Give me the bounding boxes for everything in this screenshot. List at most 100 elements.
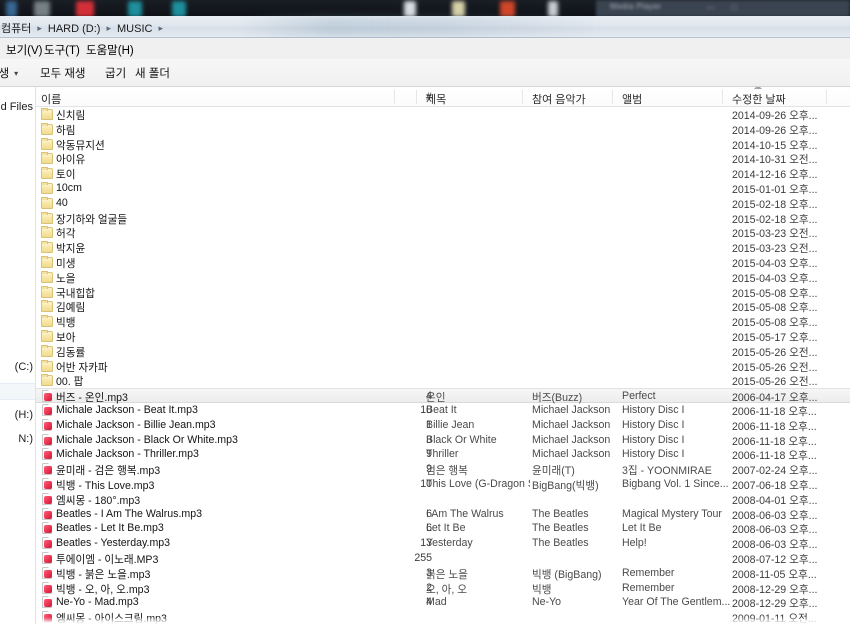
column-header-name[interactable]: 이름 — [41, 91, 61, 107]
mp3-file-icon — [42, 403, 52, 416]
cell-name: 엠씨몽 - 아이스크림.mp3 — [56, 613, 167, 624]
table-row[interactable]: 빅뱅 2015-05-08 오후... — [36, 314, 850, 329]
taskbar-icon-8[interactable] — [500, 1, 515, 17]
toolbar-button-2[interactable]: 굽기 — [105, 65, 126, 81]
table-row[interactable]: 10cm 2015-01-01 오후... — [36, 181, 850, 196]
table-row[interactable]: 투에이엠 - 이노래.MP3 255 2008-07-12 오후... — [36, 551, 850, 566]
cell-name: Beatles - Yesterday.mp3 — [56, 537, 171, 550]
table-row[interactable]: 노을 2015-04-03 오후... — [36, 270, 850, 285]
address-bar[interactable]: 컴퓨터 ▸ HARD (D:) ▸ MUSIC ▸ — [0, 16, 850, 38]
breadcrumb-item-3[interactable]: MUSIC — [116, 23, 153, 35]
table-row[interactable]: 김동률 2015-05-26 오전... — [36, 344, 850, 359]
table-row[interactable]: Beatles - I Am The Walrus.mp3 6 I Am The W… — [36, 507, 850, 522]
navigation-pane[interactable]: ud Files (C:) (H:) N:) — [0, 87, 36, 624]
table-row[interactable]: 00. 팝 2015-05-26 오전... — [36, 373, 850, 388]
taskbar-icon-6[interactable] — [404, 1, 416, 17]
table-row-selected[interactable]: 버즈 - 온인.mp3 4 온인 버즈(Buzz) Perfect 2006-04-17 … — [36, 388, 850, 404]
table-row[interactable]: 허각 2015-03-23 오전... — [36, 225, 850, 240]
breadcrumb[interactable]: 컴퓨터 ▸ HARD (D:) ▸ MUSIC ▸ — [0, 20, 168, 36]
table-row[interactable]: Beatles - Let It Be.mp3 6 Let It Be The Bea… — [36, 521, 850, 536]
table-row[interactable]: 아이유 2014-10-31 오전... — [36, 151, 850, 166]
navigation-item-3[interactable]: (H:) — [15, 409, 33, 421]
cell-date: 2015-05-26 오전... — [732, 361, 818, 374]
play-all-dropdown-button[interactable]: 재생 ▾ — [0, 65, 18, 81]
column-divider-album[interactable] — [612, 90, 613, 104]
table-row[interactable]: Beatles - Yesterday.mp3 13 Yesterday The Be… — [36, 536, 850, 551]
navigation-selected-row[interactable] — [0, 383, 35, 400]
command-toolbar[interactable]: 재생 ▾ 모두 재생 굽기 새 폴더 — [0, 59, 850, 87]
cell-date: 2009-01-11 오전... — [732, 613, 817, 624]
table-row[interactable]: 빅뱅 - 오, 아, 오.mp3 2 오, 아, 오 빅뱅 Remember 2008-1… — [36, 581, 850, 596]
table-row[interactable]: Michale Jackson - Black Or White.mp3 3 Bla… — [36, 433, 850, 448]
table-row[interactable]: 윤미래 - 검은 행복.mp3 9 검은 행복 윤미래(T) 3집 - YOONMIRA… — [36, 462, 850, 477]
column-divider-end[interactable] — [826, 90, 827, 104]
table-row[interactable]: 장기하와 얼굴들 2015-02-18 오후... — [36, 211, 850, 226]
file-rows[interactable]: 신치림 2014-09-26 오후... 하림 2014-09-26 오후... 악동뮤… — [36, 107, 850, 624]
table-row[interactable]: 악동뮤지션 2014-10-15 오후... — [36, 137, 850, 152]
taskbar-icon-3[interactable] — [76, 1, 94, 17]
table-row[interactable]: Ne-Yo - Mad.mp3 4 Mad Ne-Yo Year Of The Gent… — [36, 595, 850, 610]
cell-artist: The Beatles — [532, 507, 589, 520]
column-header-album[interactable]: 앨범 — [622, 91, 642, 107]
table-row[interactable]: 국내힙합 2015-05-08 오후... — [36, 285, 850, 300]
table-row[interactable]: Michale Jackson - Billie Jean.mp3 1 Billie… — [36, 418, 850, 433]
column-header-title[interactable]: 제목 — [426, 91, 446, 107]
table-row[interactable]: 토이 2014-12-16 오후... — [36, 166, 850, 181]
column-header-row[interactable]: 이름 # 제목 참여 음악가 앨범 수정한 날짜 — [36, 87, 850, 107]
menu-bar[interactable]: 보기(V) 도구(T) 도움말(H) — [0, 38, 850, 59]
table-row[interactable]: 빅뱅 - 붉은 노을.mp3 3 붉은 노을 빅뱅 (BigBang) Remember… — [36, 566, 850, 581]
cell-name: 토이 — [56, 169, 76, 182]
table-row[interactable]: Michale Jackson - Beat It.mp3 10 Beat It Mi… — [36, 403, 850, 418]
cell-name: 허각 — [56, 228, 76, 241]
column-header-artist[interactable]: 참여 음악가 — [532, 91, 586, 107]
table-row[interactable]: 미생 2015-04-03 오후... — [36, 255, 850, 270]
column-header-date[interactable]: 수정한 날짜 — [732, 91, 786, 107]
breadcrumb-chevron-icon[interactable]: ▸ — [32, 23, 47, 33]
taskbar-icon-9[interactable] — [548, 1, 558, 17]
table-row[interactable]: 보아 2015-05-17 오후... — [36, 329, 850, 344]
table-row[interactable]: 40 2015-02-18 오후... — [36, 196, 850, 211]
table-row[interactable]: Michale Jackson - Thriller.mp3 9 Thriller M… — [36, 447, 850, 462]
cell-album: Bigbang Vol. 1 Since... — [622, 477, 729, 490]
mp3-file-icon — [42, 492, 52, 505]
navigation-item-2[interactable]: (C:) — [15, 361, 33, 373]
taskbar-icon-7[interactable] — [452, 1, 465, 17]
table-row[interactable]: 어반 자카파 2015-05-26 오전... — [36, 359, 850, 374]
taskbar-icon-1[interactable] — [6, 1, 17, 17]
taskbar-icon-5[interactable] — [172, 1, 186, 17]
folder-icon — [41, 315, 53, 328]
column-divider-artist[interactable] — [522, 90, 523, 104]
cell-name: 악동뮤지션 — [56, 139, 105, 152]
menu-item-3[interactable]: 도움말(H) — [80, 41, 140, 59]
table-row[interactable]: 빅뱅 - This Love.mp3 10 This Love (G-Dragon … — [36, 477, 850, 492]
file-list-view[interactable]: 이름 # 제목 참여 음악가 앨범 수정한 날짜 신치림 2014-09-26 오후... 하… — [36, 87, 850, 624]
table-row[interactable]: 박지윤 2015-03-23 오전... — [36, 240, 850, 255]
cell-name: 엠씨몽 - 180°.mp3 — [56, 494, 141, 507]
cell-date: 2008-06-03 오후... — [732, 524, 818, 537]
breadcrumb-item-2[interactable]: HARD (D:) — [47, 23, 102, 35]
table-row[interactable]: 신치림 2014-09-26 오후... — [36, 107, 850, 122]
taskbar-icon-4[interactable] — [128, 1, 142, 17]
breadcrumb-chevron-icon[interactable]: ▸ — [153, 23, 168, 33]
column-divider-track[interactable] — [394, 90, 395, 104]
cell-name: Michale Jackson - Thriller.mp3 — [56, 448, 199, 461]
column-divider-title[interactable] — [416, 90, 417, 104]
taskbar-icon-2[interactable] — [34, 1, 50, 17]
cell-name: 보아 — [56, 331, 76, 344]
table-row[interactable]: 김예림 2015-05-08 오후... — [36, 299, 850, 314]
navigation-item-1[interactable]: ud Files — [0, 101, 33, 113]
toolbar-button-1[interactable]: 모두 재생 — [40, 65, 86, 81]
breadcrumb-chevron-icon[interactable]: ▸ — [101, 23, 116, 33]
table-row[interactable]: 하림 2014-09-26 오후... — [36, 122, 850, 137]
cell-name: 박지윤 — [56, 243, 86, 256]
menu-item-2[interactable]: 도구(T) — [38, 41, 86, 59]
table-row[interactable]: 엠씨몽 - 180°.mp3 2008-04-01 오후... — [36, 492, 850, 507]
chevron-down-icon[interactable]: ▾ — [14, 69, 18, 78]
column-divider-date[interactable] — [722, 90, 723, 104]
table-row[interactable]: 엠씨몽 - 아이스크림.mp3 2009-01-11 오전... — [36, 610, 850, 624]
cell-date: 2006-11-18 오후... — [732, 450, 817, 463]
toolbar-button-3[interactable]: 새 폴더 — [135, 65, 170, 81]
navigation-item-4[interactable]: N:) — [18, 433, 33, 445]
cell-name: 신치림 — [56, 110, 86, 122]
breadcrumb-item-1[interactable]: 컴퓨터 — [0, 23, 32, 35]
